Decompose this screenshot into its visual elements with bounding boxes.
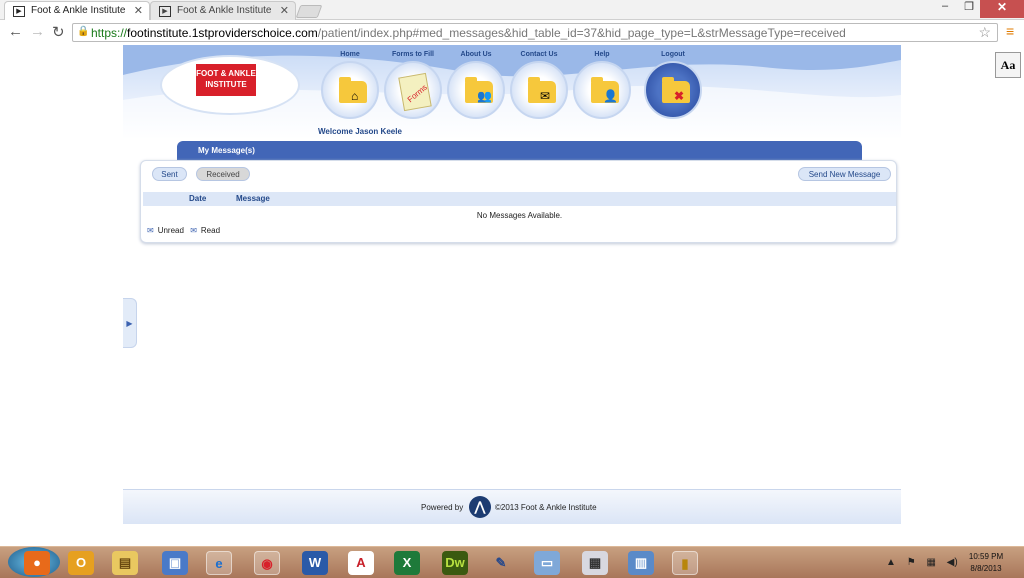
copyright-text: ©2013 Foot & Ankle Institute xyxy=(495,503,597,512)
read-envelope-icon: ✉ xyxy=(190,226,197,235)
clock[interactable]: 10:59 PM 8/8/2013 xyxy=(966,551,1006,575)
tab-title: Foot & Ankle Institute xyxy=(177,5,272,16)
chrome-icon[interactable]: ◉ xyxy=(254,551,280,575)
browser-tab-1[interactable]: ▶ Foot & Ankle Institute ✕ xyxy=(4,1,150,20)
forms-icon[interactable]: Forms xyxy=(384,61,442,119)
logo-text-line2: INSTITUTE xyxy=(205,80,247,89)
browser-tab-strip: ▶ Foot & Ankle Institute ✕ ▶ Foot & Ankl… xyxy=(0,0,1024,20)
volume-icon[interactable]: ◀) xyxy=(947,557,958,568)
internet-explorer-icon[interactable]: e xyxy=(206,551,232,575)
home-folder-icon[interactable]: ⌂ xyxy=(321,61,379,119)
bookmark-star-icon[interactable]: ☆ xyxy=(978,24,991,41)
outlook-icon[interactable]: O xyxy=(68,551,94,575)
windows-taskbar: ● O ▤ ▣ e ◉ W A X Dw ✎ ▭ ▦ ▥ ▮ ▲ ⚑ ▦ ◀) … xyxy=(0,546,1024,578)
legend-unread: Unread xyxy=(157,226,184,235)
network-icon[interactable]: ▣ xyxy=(162,551,188,575)
page-favicon-icon: ▶ xyxy=(159,6,171,17)
remote-desktop-icon[interactable]: ▥ xyxy=(628,551,654,575)
minimize-icon[interactable]: – xyxy=(934,0,956,17)
tab-title: Foot & Ankle Institute xyxy=(31,5,126,16)
provider-logo-icon[interactable]: ⋀ xyxy=(469,496,491,518)
nav-label: Logout xyxy=(661,51,685,58)
clock-date: 8/8/2013 xyxy=(970,564,1002,573)
logo-text-line1: FOOT & ANKLE xyxy=(196,69,256,78)
empty-messages-text: No Messages Available. xyxy=(476,211,563,220)
paint-icon[interactable]: ✎ xyxy=(488,551,514,575)
nav-label: Help xyxy=(594,51,610,58)
nav-label: Contact Us xyxy=(520,51,558,58)
legend-read: Read xyxy=(200,226,221,235)
new-tab-button[interactable] xyxy=(295,5,323,18)
page-favicon-icon: ▶ xyxy=(13,6,25,17)
browser-tab-2[interactable]: ▶ Foot & Ankle Institute ✕ xyxy=(150,1,296,20)
network-tray-icon[interactable]: ▦ xyxy=(926,557,935,568)
messages-panel: Sent Received Send New Message Date Mess… xyxy=(140,160,897,243)
clock-time: 10:59 PM xyxy=(968,552,1004,561)
reader-view-button[interactable]: Aa xyxy=(995,52,1021,78)
firefox-icon[interactable]: ● xyxy=(24,551,50,575)
nav-label: Forms to Fill xyxy=(392,51,434,58)
flag-icon[interactable]: ⚑ xyxy=(907,557,916,568)
calculator-icon[interactable]: ▦ xyxy=(582,551,608,575)
welcome-text: Welcome Jason Keele xyxy=(318,127,402,136)
nav-forms[interactable]: Forms to Fill Forms xyxy=(382,51,444,119)
window-close-button[interactable]: ✕ xyxy=(980,0,1024,18)
site-logo[interactable]: FOOT & ANKLE INSTITUTE xyxy=(196,64,256,96)
nav-about-us[interactable]: About Us 👥 xyxy=(445,51,507,119)
tray-arrow-icon[interactable]: ▲ xyxy=(886,557,896,568)
nav-logout[interactable]: Logout ✖ xyxy=(642,51,704,119)
archive-icon[interactable]: ▮ xyxy=(672,551,698,575)
browser-menu-icon[interactable]: ≡ xyxy=(1006,23,1014,39)
received-button[interactable]: Received xyxy=(196,167,250,181)
site-footer: Powered by ⋀ ©2013 Foot & Ankle Institut… xyxy=(123,489,901,524)
notepad-icon[interactable]: ▭ xyxy=(534,551,560,575)
column-message[interactable]: Message xyxy=(236,194,270,203)
restore-icon[interactable]: ❐ xyxy=(958,0,980,17)
nav-label: About Us xyxy=(460,51,492,58)
dreamweaver-icon[interactable]: Dw xyxy=(442,551,468,575)
help-folder-icon[interactable]: 👤 xyxy=(573,61,631,119)
sent-button[interactable]: Sent xyxy=(152,167,187,181)
system-tray: ▲ ⚑ ▦ ◀) xyxy=(886,557,958,568)
about-folder-icon[interactable]: 👥 xyxy=(447,61,505,119)
contact-folder-icon[interactable]: ✉ xyxy=(510,61,568,119)
excel-icon[interactable]: X xyxy=(394,551,420,575)
powered-by-text: Powered by xyxy=(421,503,464,512)
side-expand-tab[interactable]: ▶ xyxy=(123,298,137,348)
url-scheme: https:// xyxy=(91,26,128,40)
url-host: footinstitute.1stproviderschoice.com xyxy=(127,26,318,40)
file-explorer-icon[interactable]: ▤ xyxy=(112,551,138,575)
word-icon[interactable]: W xyxy=(302,551,328,575)
nav-help[interactable]: Help 👤 xyxy=(571,51,633,119)
messages-title-bar: My Message(s) xyxy=(177,141,862,160)
acrobat-icon[interactable]: A xyxy=(348,551,374,575)
site-header: FOOT & ANKLE INSTITUTE Home ⌂ Forms to F… xyxy=(123,45,901,141)
close-tab-icon[interactable]: ✕ xyxy=(134,4,143,17)
nav-contact-us[interactable]: Contact Us ✉ xyxy=(508,51,570,119)
url-path: /patient/index.php#med_messages&hid_tabl… xyxy=(317,26,846,40)
logout-folder-icon[interactable]: ✖ xyxy=(644,61,702,119)
close-tab-icon[interactable]: ✕ xyxy=(280,4,289,17)
column-date[interactable]: Date xyxy=(189,194,206,203)
message-legend: ✉ Unread ✉ Read xyxy=(147,226,224,235)
nav-label: Home xyxy=(340,51,360,58)
lock-icon: 🔒 xyxy=(77,26,90,37)
send-new-message-button[interactable]: Send New Message xyxy=(798,167,891,181)
back-icon[interactable]: ← xyxy=(8,23,23,40)
forward-icon[interactable]: → xyxy=(30,23,45,40)
browser-toolbar: ← → ↻ 🔒 https://footinstitute.1stprovide… xyxy=(0,20,1024,44)
unread-envelope-icon: ✉ xyxy=(147,226,154,235)
address-bar[interactable]: 🔒 https://footinstitute.1stproviderschoi… xyxy=(72,23,998,42)
messages-title: My Message(s) xyxy=(198,146,255,155)
reload-icon[interactable]: ↻ xyxy=(52,23,65,41)
nav-home[interactable]: Home ⌂ xyxy=(319,51,381,119)
messages-table-header: Date Message xyxy=(143,192,896,206)
